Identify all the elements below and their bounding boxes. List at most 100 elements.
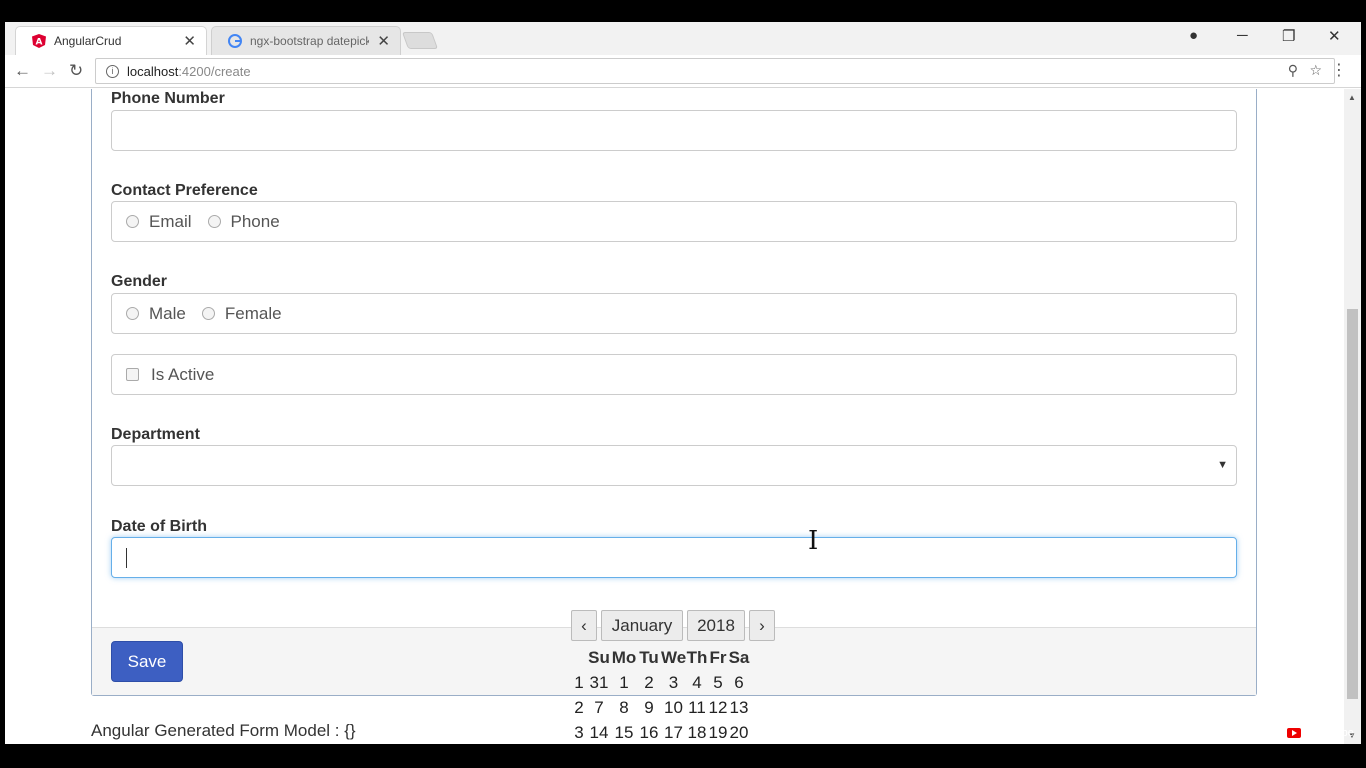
day-cell[interactable]: 13	[728, 698, 750, 718]
male-radio[interactable]	[126, 307, 139, 320]
tab-ngx-bootstrap[interactable]: ngx-bootstrap datepicke ✕	[211, 26, 401, 55]
datepicker-grid: Su Mo Tu We Th Fr Sa 1 31 1 2 3 4 5 6 2 7 8 9 10 11 12 13 3 14 15…	[571, 645, 750, 744]
close-icon[interactable]: ✕	[377, 32, 390, 50]
week-number: 3	[574, 722, 584, 742]
weekday-label: Mo	[611, 647, 637, 667]
phone-input[interactable]	[111, 110, 1237, 151]
ibeam-cursor-icon: I	[808, 526, 819, 556]
week-row: 3 14 15 16 17 18 19 20	[571, 720, 750, 744]
is-active-checkbox[interactable]	[126, 368, 139, 381]
contact-preference-group: Email Phone	[111, 201, 1237, 242]
day-cell[interactable]: 7	[587, 698, 611, 718]
female-option-label[interactable]: Female	[225, 304, 282, 324]
minimize-icon[interactable]: ─	[1237, 27, 1248, 44]
dob-label: Date of Birth	[111, 518, 207, 535]
day-cell[interactable]: 10	[661, 698, 686, 718]
day-cell[interactable]: 14	[587, 723, 611, 743]
male-option-label[interactable]: Male	[149, 304, 186, 324]
day-cell[interactable]: 11	[686, 698, 708, 718]
weekday-label: Sa	[728, 647, 750, 667]
youtube-icon	[1287, 728, 1301, 738]
weekday-label: Tu	[639, 647, 659, 667]
google-icon	[228, 34, 242, 48]
female-radio[interactable]	[201, 307, 215, 320]
day-cell[interactable]: 8	[611, 698, 637, 718]
day-cell[interactable]: 1	[611, 673, 637, 693]
restore-icon[interactable]: ❐	[1282, 27, 1295, 45]
day-cell[interactable]: 2	[637, 673, 661, 693]
chevron-down-icon: ▼	[1217, 459, 1228, 471]
department-label: Department	[111, 426, 200, 443]
week-number: 1	[574, 672, 584, 692]
email-option-label[interactable]: Email	[149, 212, 192, 232]
prev-month-button[interactable]: ‹	[571, 610, 597, 641]
contact-preference-label: Contact Preference	[111, 182, 258, 199]
is-active-group: Is Active	[111, 354, 1237, 395]
url-path: :4200/create	[178, 63, 251, 79]
day-cell[interactable]: 20	[728, 723, 750, 743]
svg-text:A: A	[36, 38, 43, 48]
day-cell[interactable]: 9	[637, 698, 661, 718]
day-cell[interactable]: 4	[686, 673, 708, 693]
week-row: 2 7 8 9 10 11 12 13	[571, 695, 750, 720]
gender-group: Male Female	[111, 293, 1237, 334]
account-icon[interactable]: ●	[1189, 27, 1198, 44]
week-number: 2	[574, 697, 584, 717]
dob-input[interactable]	[111, 537, 1237, 578]
day-cell[interactable]: 16	[637, 723, 661, 743]
subscribe-watermark: Subscribe	[1287, 727, 1354, 739]
weekday-label: Th	[686, 647, 708, 667]
zoom-icon[interactable]: ⚲	[1288, 62, 1298, 79]
scroll-up-icon[interactable]: ▲	[1348, 93, 1356, 102]
weekday-label: We	[661, 647, 687, 667]
address-bar[interactable]: i localhost:4200/create ⚲ ☆	[95, 58, 1335, 84]
month-button[interactable]: January	[601, 610, 683, 641]
menu-icon[interactable]: ⋮	[1331, 60, 1347, 80]
is-active-label[interactable]: Is Active	[151, 365, 214, 385]
phone-option-label[interactable]: Phone	[231, 212, 280, 232]
back-icon[interactable]: ←	[14, 61, 31, 81]
day-cell[interactable]: 31	[587, 673, 611, 693]
subscribe-label: Subscribe	[1305, 727, 1354, 739]
forward-icon[interactable]: →	[41, 61, 58, 81]
email-radio[interactable]	[126, 215, 139, 228]
new-tab-button[interactable]	[401, 32, 439, 49]
datepicker: ‹ January 2018 › Su Mo Tu We Th Fr Sa 1 31 1 2 3 4 5 6…	[571, 610, 775, 742]
year-button[interactable]: 2018	[687, 610, 745, 641]
datepicker-header: ‹ January 2018 ›	[571, 610, 775, 641]
weekday-label: Fr	[709, 647, 727, 667]
angular-icon: A	[32, 34, 46, 48]
phone-label: Phone Number	[111, 90, 225, 107]
day-cell[interactable]: 18	[686, 723, 708, 743]
save-button[interactable]: Save	[111, 641, 183, 682]
page-scrollbar[interactable]: ▲ ▼	[1344, 89, 1361, 744]
department-select[interactable]: ▼	[111, 445, 1237, 486]
page-viewport: Phone Number Contact Preference Email Ph…	[5, 89, 1344, 744]
next-month-button[interactable]: ›	[749, 610, 775, 641]
window-close-icon[interactable]: ✕	[1328, 27, 1341, 45]
scrollbar-thumb[interactable]	[1347, 309, 1358, 699]
day-cell[interactable]: 15	[611, 723, 637, 743]
url-host: localhost	[127, 63, 179, 79]
tab-angularcrud[interactable]: A AngularCrud ✕	[15, 26, 207, 55]
form-model-text: Angular Generated Form Model : {}	[91, 721, 356, 740]
info-icon[interactable]: i	[106, 64, 119, 78]
reload-icon[interactable]: ↻	[69, 61, 83, 81]
day-cell[interactable]: 12	[708, 698, 728, 718]
day-cell[interactable]: 19	[708, 723, 728, 743]
close-icon[interactable]: ✕	[183, 32, 196, 50]
day-cell[interactable]: 3	[661, 673, 686, 693]
browser-toolbar: ← → ↻ i localhost:4200/create ⚲ ☆ ⋮	[5, 55, 1361, 88]
star-icon[interactable]: ☆	[1309, 62, 1322, 79]
weekday-header-row: Su Mo Tu We Th Fr Sa	[571, 645, 750, 670]
tab-strip: A AngularCrud ✕ ngx-bootstrap datepicke …	[5, 22, 1361, 55]
form-panel: Phone Number Contact Preference Email Ph…	[91, 89, 1257, 696]
phone-radio[interactable]	[207, 215, 221, 228]
tab-title: AngularCrud	[54, 34, 122, 48]
week-row: 1 31 1 2 3 4 5 6	[571, 670, 750, 695]
gender-label: Gender	[111, 273, 168, 290]
day-cell[interactable]: 5	[708, 673, 728, 693]
day-cell[interactable]: 17	[661, 723, 686, 743]
day-cell[interactable]: 6	[728, 673, 750, 693]
weekday-label: Su	[588, 647, 610, 667]
